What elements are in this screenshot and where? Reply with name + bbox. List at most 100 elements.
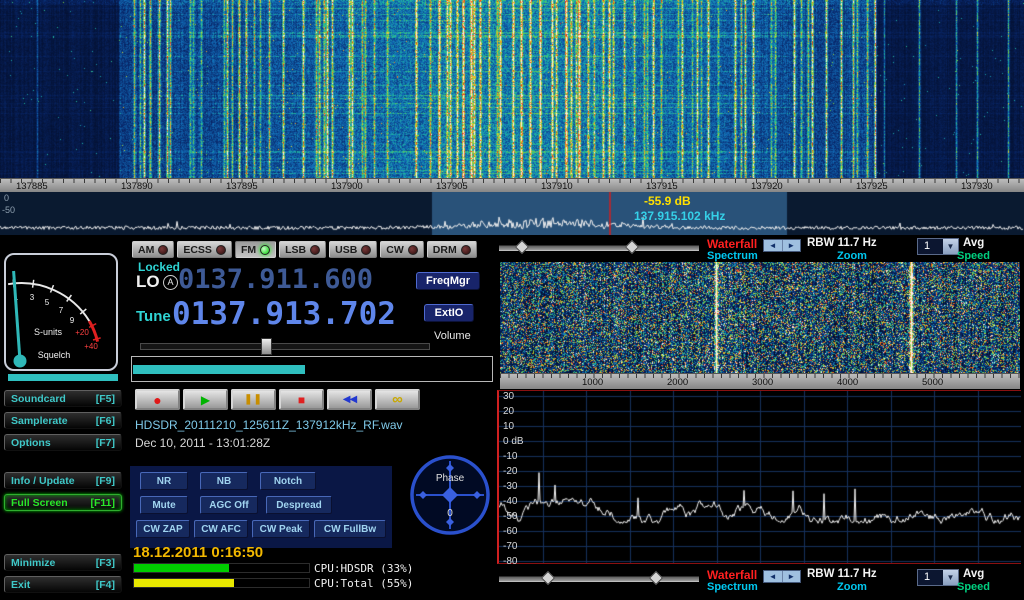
mode-button-ecss[interactable]: ECSS	[177, 241, 232, 258]
arrow-right-icon[interactable]: ►	[782, 240, 801, 251]
vfo-a-badge[interactable]: A	[163, 275, 178, 290]
menu-button-options[interactable]: Options[F7]	[4, 434, 122, 451]
split-position-scrollbar[interactable]: ◄►	[763, 239, 801, 252]
menu-button-exit[interactable]: Exit[F4]	[4, 576, 122, 593]
volume-slider[interactable]	[140, 343, 430, 350]
smeter-needle-pivot	[14, 355, 27, 368]
playback-position-bar[interactable]	[131, 356, 493, 382]
mode-selector: AMECSS FM LSBUSBCWDRM	[132, 241, 477, 258]
pause-icon: ❚❚	[244, 395, 263, 405]
dsp-button-despread[interactable]: Despread	[266, 496, 332, 514]
dsp-button-cw-afc[interactable]: CW AFC	[194, 520, 248, 538]
volume-slider-thumb[interactable]	[261, 338, 272, 355]
af-spectrum-trace	[499, 391, 1021, 563]
rewind-button[interactable]: ◀◀	[327, 389, 372, 410]
menu-button-label: Full Screen	[11, 497, 68, 509]
menu-button-full-screen[interactable]: Full Screen [F11]	[4, 494, 122, 511]
loop-button[interactable]: ∞	[375, 389, 420, 410]
dsp-button-notch[interactable]: Notch	[260, 472, 316, 490]
db-readout: -55.9 dB	[644, 194, 691, 208]
mode-button-label: FM	[241, 244, 256, 256]
rf-scale-tick-label: 3000	[752, 377, 773, 388]
split-position-scrollbar[interactable]: ◄►	[763, 570, 801, 583]
mode-button-drm[interactable]: DRM	[427, 241, 477, 258]
mode-button-cw[interactable]: CW	[380, 241, 424, 258]
mode-button-lsb[interactable]: LSB	[279, 241, 326, 258]
spectrum-label[interactable]: Spectrum	[707, 250, 758, 262]
tune-frequency-display[interactable]: 0137.913.702	[172, 296, 396, 332]
db-axis-label: -50	[503, 511, 517, 522]
display-adjust-slider[interactable]	[499, 245, 699, 251]
arrow-left-icon[interactable]: ◄	[764, 571, 782, 582]
mode-button-usb[interactable]: USB	[329, 241, 377, 258]
extio-button[interactable]: ExtIO	[424, 304, 474, 322]
arrow-right-icon[interactable]: ►	[782, 571, 801, 582]
menu-button-samplerate[interactable]: Samplerate[F6]	[4, 412, 122, 429]
frequency-tick-label: 137890	[121, 181, 153, 192]
speed-select[interactable]: 1▼	[917, 569, 959, 586]
menu-button-minimize[interactable]: Minimize[F3]	[4, 554, 122, 571]
db-axis-label: -10	[503, 451, 517, 462]
smeter-tick: 3	[30, 293, 35, 302]
dsp-button-nb[interactable]: NB	[200, 472, 248, 490]
speed-select[interactable]: 1▼	[917, 238, 959, 255]
avg-label: Avg	[963, 237, 984, 249]
dsp-button-cw-zap[interactable]: CW ZAP	[136, 520, 190, 538]
rf-waterfall-display[interactable]	[500, 262, 1020, 373]
transport-controls: ● ▶ ❚❚ ■◀◀∞	[135, 389, 420, 410]
dsp-button-cw-peak[interactable]: CW Peak	[252, 520, 310, 538]
record-button[interactable]: ●	[135, 389, 180, 410]
cpu-total-text: CPU:Total (55%)	[314, 577, 413, 590]
waterfall-label[interactable]: Waterfall	[707, 568, 757, 582]
frequency-tick-label: 137915	[646, 181, 678, 192]
record-icon: ●	[153, 393, 161, 407]
dsp-button-cw-fullbw[interactable]: CW FullBw	[314, 520, 386, 538]
waterfall-label[interactable]: Waterfall	[707, 237, 757, 251]
menu-button-key: [F4]	[96, 579, 115, 591]
zoom-label[interactable]: Zoom	[837, 581, 867, 593]
menu-button-key: [F9]	[96, 475, 115, 487]
db-axis-label: 20	[503, 406, 514, 417]
stop-button[interactable]: ■	[279, 389, 324, 410]
af-spectrum-display[interactable]: 3020100 dB-10-20-30-40-50-60-70-80	[497, 390, 1021, 564]
smeter-tick: 5	[45, 298, 50, 307]
slider-thumb[interactable]	[649, 571, 663, 585]
main-spectrum-display[interactable]: 0 -50 -55.9 dB 137.915.102 kHz	[0, 192, 1024, 235]
mode-button-fm[interactable]: FM	[235, 241, 276, 258]
menu-button-label: Info / Update	[11, 475, 75, 487]
mode-button-am[interactable]: AM	[132, 241, 174, 258]
pause-button[interactable]: ❚❚	[231, 389, 276, 410]
dsp-button-nr[interactable]: NR	[140, 472, 188, 490]
chevron-down-icon[interactable]: ▼	[943, 570, 958, 585]
menu-button-label: Samplerate	[11, 415, 68, 427]
speed-label: Speed	[957, 581, 990, 593]
menu-button-key: [F11]	[90, 497, 115, 509]
zoom-label[interactable]: Zoom	[837, 250, 867, 262]
freqmgr-button[interactable]: FreqMgr	[416, 272, 480, 290]
frequency-tick-label: 137900	[331, 181, 363, 192]
display-adjust-slider[interactable]	[499, 576, 699, 582]
dsp-button-mute[interactable]: Mute	[140, 496, 188, 514]
frequency-tick-label: 137910	[541, 181, 573, 192]
s-meter[interactable]: 1 3 5 7 9 +20 +40 S-units Squelch	[4, 253, 118, 371]
smeter-tick: 7	[59, 306, 64, 315]
cpu-hdsdr-text: CPU:HDSDR (33%)	[314, 562, 413, 575]
squelch-level-bar[interactable]	[8, 374, 118, 381]
spectrum-y-label: 0	[4, 193, 9, 203]
lo-frequency-display[interactable]: 0137.911.600	[178, 264, 373, 295]
main-waterfall-display[interactable]	[0, 0, 1024, 178]
slider-thumb[interactable]	[625, 240, 639, 254]
slider-thumb[interactable]	[541, 571, 555, 585]
menu-button-soundcard[interactable]: Soundcard[F5]	[4, 390, 122, 407]
spectrum-label[interactable]: Spectrum	[707, 581, 758, 593]
chevron-down-icon[interactable]: ▼	[943, 239, 958, 254]
main-frequency-scale[interactable]: 1378851378901378951379001379051379101379…	[0, 178, 1024, 192]
slider-thumb[interactable]	[515, 240, 529, 254]
led-off-icon	[310, 245, 320, 255]
menu-button-info-update[interactable]: Info / Update [F9]	[4, 472, 122, 489]
play-button[interactable]: ▶	[183, 389, 228, 410]
arrow-left-icon[interactable]: ◄	[764, 240, 782, 251]
rf-frequency-scale[interactable]: 10002000300040005000	[500, 373, 1020, 389]
led-off-icon	[158, 245, 168, 255]
dsp-button-agc-off[interactable]: AGC Off	[200, 496, 258, 514]
